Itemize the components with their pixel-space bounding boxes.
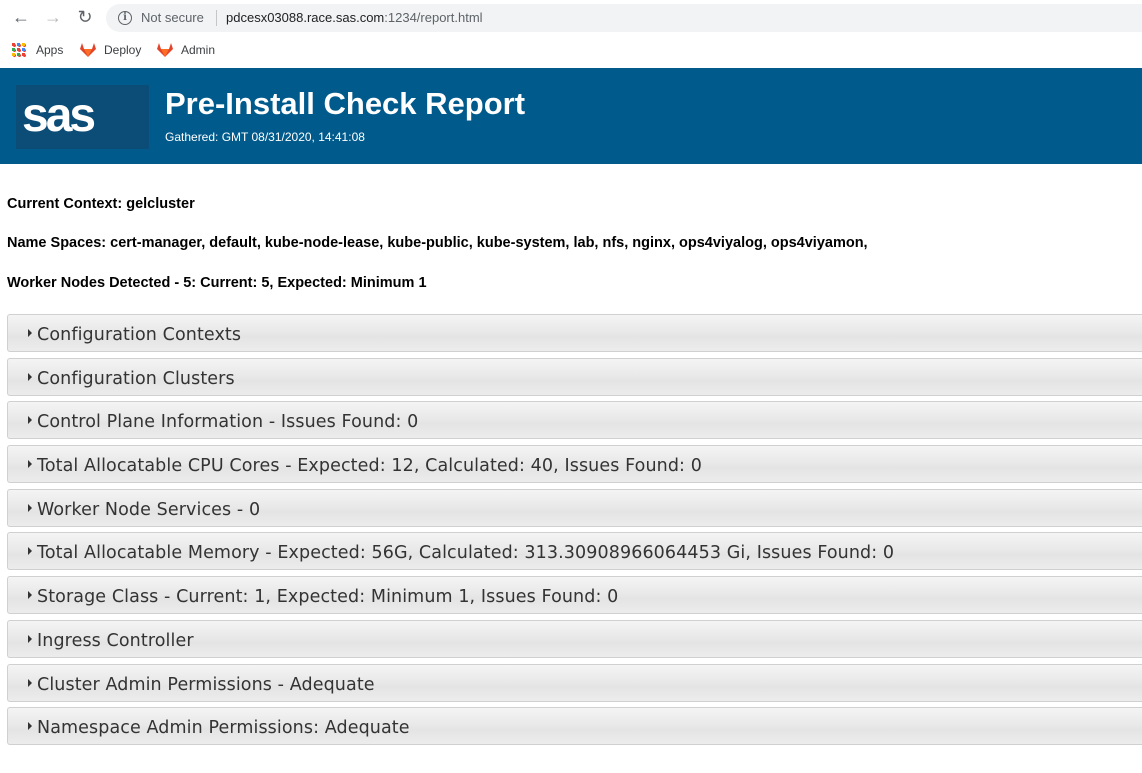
gathered-timestamp: Gathered: GMT 08/31/2020, 14:41:08 bbox=[165, 130, 365, 144]
current-context: Current Context: gelcluster bbox=[7, 196, 195, 212]
section-storage-class[interactable]: Storage Class - Current: 1, Expected: Mi… bbox=[7, 576, 1142, 615]
caret-right-icon bbox=[28, 372, 32, 381]
section-label: Storage Class - Current: 1, Expected: Mi… bbox=[37, 587, 619, 608]
section-label: Total Allocatable Memory - Expected: 56G… bbox=[37, 543, 895, 564]
section-label: Total Allocatable CPU Cores - Expected: … bbox=[37, 456, 702, 477]
caret-right-icon bbox=[28, 329, 32, 337]
section-label: Configuration Contexts bbox=[37, 325, 242, 345]
section-memory[interactable]: Total Allocatable Memory - Expected: 56G… bbox=[7, 532, 1142, 571]
section-label: Ingress Controller bbox=[37, 630, 194, 651]
reload-icon[interactable]: ↻ bbox=[74, 6, 96, 28]
caret-right-icon bbox=[28, 678, 32, 687]
caret-right-icon bbox=[28, 591, 32, 600]
sas-logo: sas bbox=[16, 85, 149, 149]
worker-nodes: Worker Nodes Detected - 5: Current: 5, E… bbox=[7, 275, 427, 291]
gitlab-fox-icon bbox=[157, 42, 173, 57]
bookmarks-bar: Apps Deploy Admin bbox=[0, 36, 1142, 64]
section-namespace-admin[interactable]: Namespace Admin Permissions: Adequate bbox=[7, 707, 1142, 746]
caret-right-icon bbox=[28, 460, 32, 469]
caret-right-icon bbox=[28, 722, 32, 731]
section-label: Configuration Clusters bbox=[37, 368, 235, 389]
report-header: sas Pre-Install Check Report Gathered: G… bbox=[0, 68, 1142, 164]
caret-right-icon bbox=[28, 547, 32, 556]
section-worker-node-services[interactable]: Worker Node Services - 0 bbox=[7, 488, 1142, 527]
back-arrow-icon[interactable]: ← bbox=[10, 6, 32, 28]
info-icon[interactable]: i bbox=[118, 11, 132, 25]
section-cluster-admin[interactable]: Cluster Admin Permissions - Adequate bbox=[7, 663, 1142, 702]
bookmark-label: Deploy bbox=[104, 43, 142, 57]
report-sections: Configuration Contexts Configuration Clu… bbox=[7, 314, 1142, 751]
caret-right-icon bbox=[28, 416, 32, 425]
bookmark-admin[interactable]: Admin bbox=[157, 40, 215, 60]
section-label: Worker Node Services - 0 bbox=[37, 499, 261, 520]
section-control-plane[interactable]: Control Plane Information - Issues Found… bbox=[7, 401, 1142, 440]
divider bbox=[216, 10, 217, 26]
section-cpu-cores[interactable]: Total Allocatable CPU Cores - Expected: … bbox=[7, 445, 1142, 484]
bookmark-label: Apps bbox=[36, 43, 64, 57]
bookmark-label: Admin bbox=[181, 43, 216, 57]
url-text[interactable]: pdcesx03088.race.sas.com:1234/report.htm… bbox=[226, 10, 483, 25]
forward-arrow-icon[interactable]: → bbox=[42, 6, 64, 28]
apps-grid-icon bbox=[12, 42, 26, 57]
section-configuration-contexts[interactable]: Configuration Contexts bbox=[7, 314, 1142, 352]
namespaces: Name Spaces: cert-manager, default, kube… bbox=[7, 235, 868, 251]
section-label: Control Plane Information - Issues Found… bbox=[37, 412, 419, 433]
section-label: Cluster Admin Permissions - Adequate bbox=[37, 674, 375, 695]
url-path: :1234/report.html bbox=[384, 10, 483, 25]
logo-text: sas bbox=[22, 89, 96, 142]
bookmark-deploy[interactable]: Deploy bbox=[80, 40, 141, 60]
caret-right-icon bbox=[28, 503, 32, 512]
caret-right-icon bbox=[28, 634, 32, 643]
address-bar[interactable]: i Not secure pdcesx03088.race.sas.com:12… bbox=[106, 4, 1142, 32]
bookmark-apps[interactable]: Apps bbox=[12, 40, 63, 60]
section-configuration-clusters[interactable]: Configuration Clusters bbox=[7, 357, 1142, 396]
gitlab-fox-icon bbox=[80, 42, 96, 57]
url-host: pdcesx03088.race.sas.com bbox=[226, 10, 385, 25]
browser-chrome: ← → ↻ i Not secure pdcesx03088.race.sas.… bbox=[0, 0, 1142, 68]
section-label: Namespace Admin Permissions: Adequate bbox=[37, 718, 410, 739]
page-title: Pre-Install Check Report bbox=[165, 86, 526, 121]
security-status: Not secure bbox=[141, 10, 204, 25]
section-ingress-controller[interactable]: Ingress Controller bbox=[7, 619, 1142, 658]
